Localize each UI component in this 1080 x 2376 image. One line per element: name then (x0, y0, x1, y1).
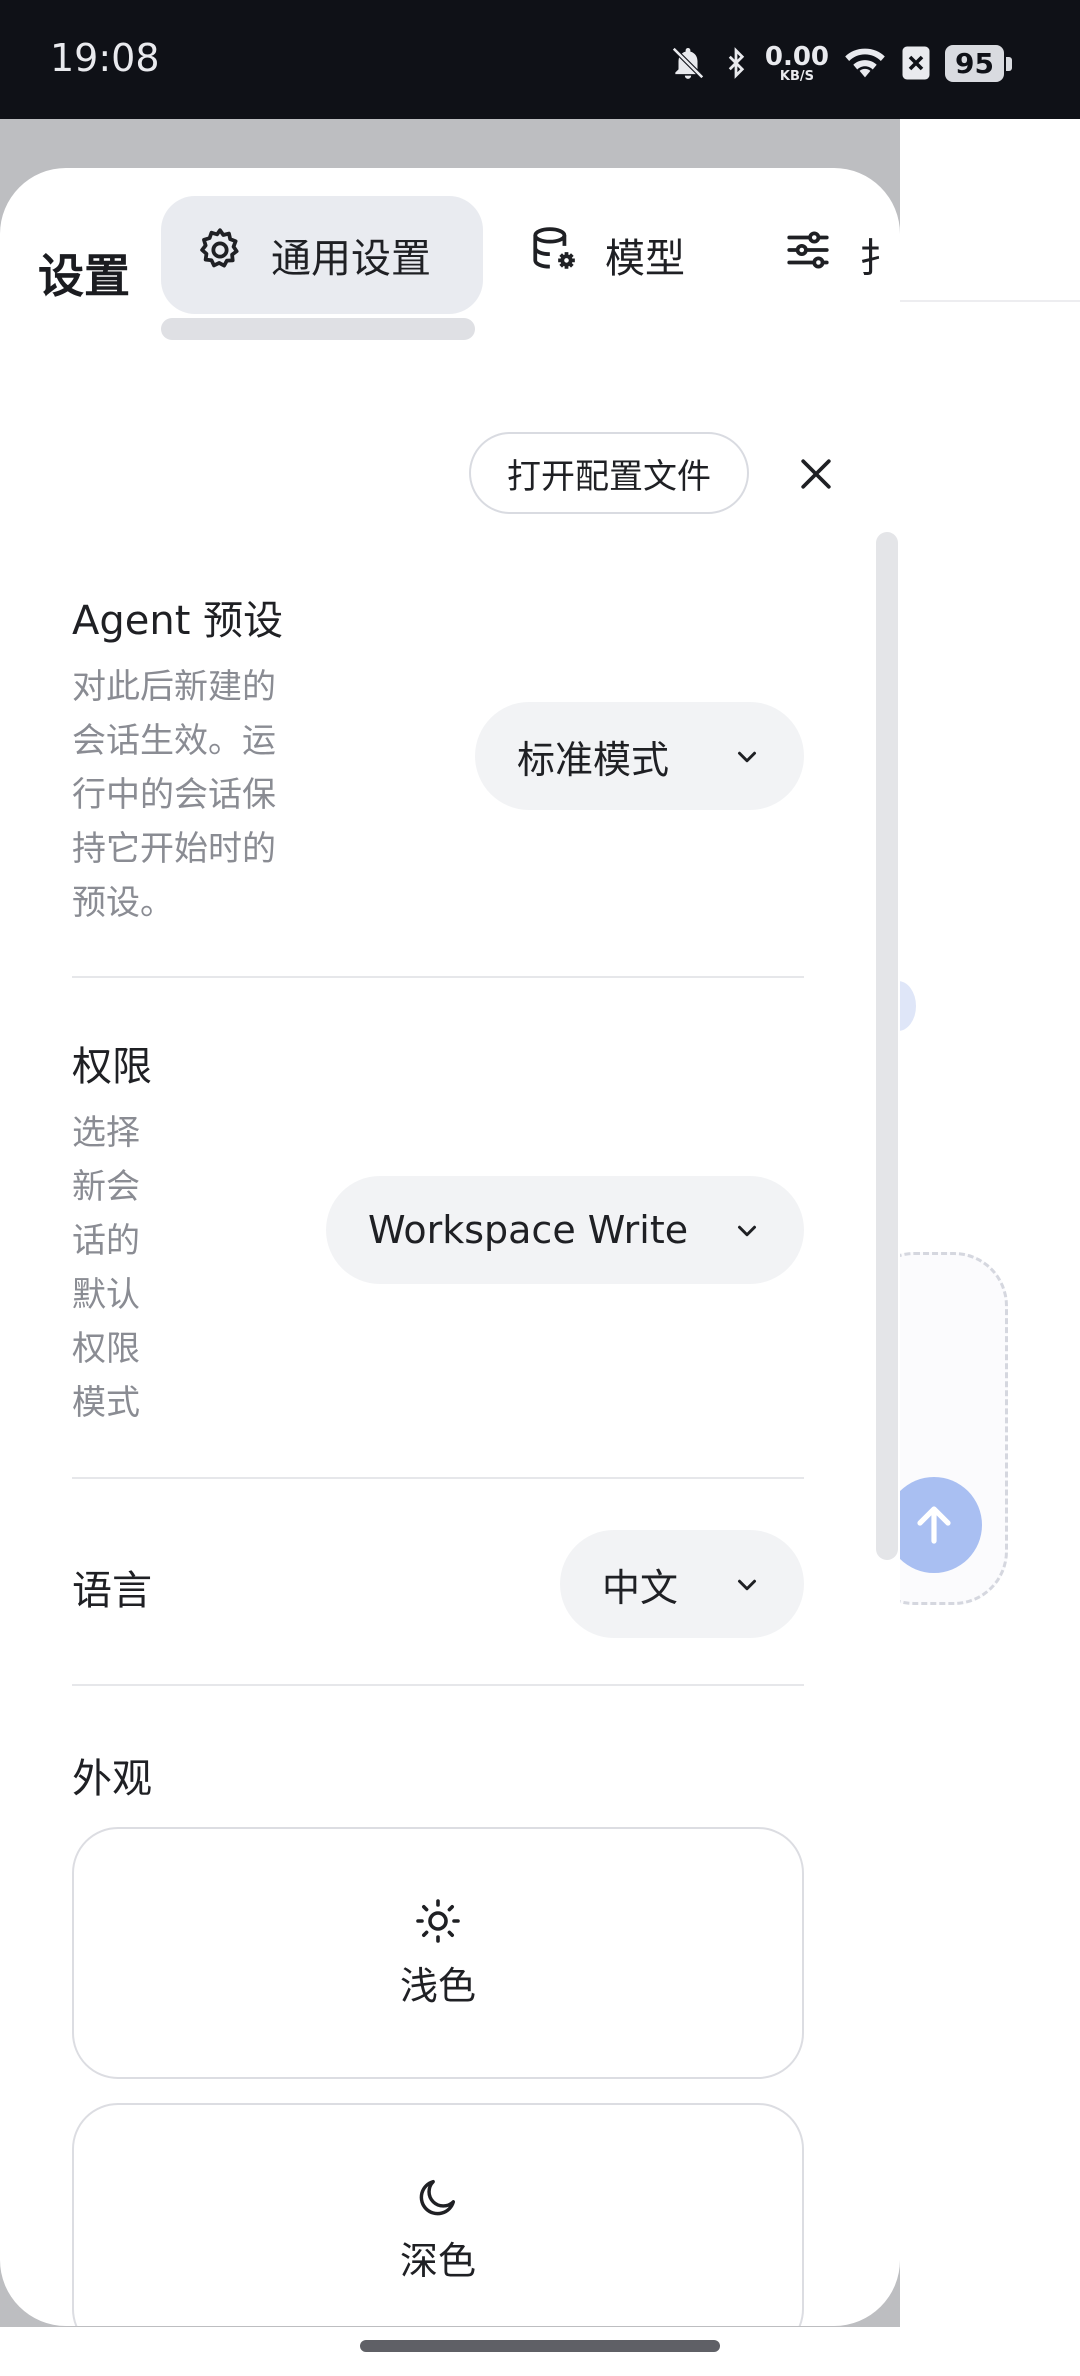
agent-preset-value: 标准模式 (517, 737, 670, 782)
database-gear-icon (529, 225, 579, 285)
language-select[interactable]: 中文 (560, 1530, 804, 1638)
settings-tabs: 通用设置 模型 扌 (161, 196, 900, 322)
permissions-title: 权限 (72, 1044, 152, 1090)
home-indicator[interactable] (360, 2340, 720, 2352)
arrow-up-icon (917, 1506, 951, 1544)
divider (72, 1477, 804, 1479)
sun-icon (416, 1898, 460, 1943)
close-button[interactable] (784, 442, 848, 506)
tab-label: 通用设置 (271, 236, 431, 282)
theme-dark-label: 深色 (399, 2238, 476, 2283)
settings-panel: 设置 通用设置 模型 扌 打开配置文件 Agent 预设 对此后新建的 会话生效… (0, 168, 900, 2326)
wifi-icon (843, 45, 887, 81)
status-icons: 0.00 KB/S 95 (669, 40, 1012, 86)
sliders-icon (783, 225, 833, 285)
language-title: 语言 (72, 1568, 152, 1614)
description-line: 行中的会话保 (72, 775, 276, 815)
bell-off-icon (669, 44, 707, 82)
moon-icon (419, 2179, 456, 2215)
theme-light-label: 浅色 (399, 1963, 476, 2008)
chevron-down-icon (738, 1579, 756, 1591)
agent-preset-description: 对此后新建的 会话生效。运 行中的会话保 持它开始时的 预设。 (72, 660, 276, 930)
agent-preset-select[interactable]: 标准模式 (475, 702, 804, 810)
permissions-value: Workspace Write (368, 1208, 689, 1252)
bluetooth-icon (721, 44, 751, 82)
net-speed: 0.00 KB/S (765, 44, 829, 83)
description-line: 选择 (72, 1113, 140, 1153)
battery-icon: 95 (945, 44, 1012, 82)
sim-off-icon (901, 45, 931, 81)
description-line: 默认 (72, 1275, 140, 1315)
tab-label: 模型 (605, 236, 685, 282)
description-line: 权限 (72, 1329, 140, 1369)
scrollbar[interactable] (876, 532, 898, 1560)
divider (72, 1684, 804, 1686)
open-config-file-button[interactable]: 打开配置文件 (469, 432, 749, 514)
tab-label: 扌 (859, 236, 899, 282)
theme-light-option[interactable]: 浅色 (72, 1827, 804, 2079)
chevron-down-icon (738, 1225, 756, 1237)
status-time: 19:08 (50, 36, 160, 80)
close-icon (801, 459, 831, 489)
description-line: 持它开始时的 (72, 829, 276, 869)
divider (72, 976, 804, 978)
description-line: 预设。 (72, 883, 174, 923)
chevron-down-icon (738, 751, 756, 763)
tab-parameters[interactable]: 扌 (783, 196, 899, 314)
language-value: 中文 (602, 1565, 679, 1610)
tab-scroll-indicator[interactable] (161, 318, 475, 340)
permissions-description: 选择 新会 话的 默认 权限 模式 (72, 1106, 140, 1430)
theme-dark-option[interactable]: 深色 (72, 2103, 804, 2326)
status-bar: 19:08 0.00 KB/S 95 (0, 0, 1080, 119)
net-speed-value: 0.00 (764, 41, 830, 72)
background-header-divider (900, 300, 1080, 302)
net-speed-unit: KB/S (779, 68, 814, 84)
description-line: 话的 (72, 1221, 140, 1261)
description-line: 模式 (72, 1383, 140, 1423)
description-line: 对此后新建的 (72, 667, 276, 707)
description-line: 新会 (72, 1167, 140, 1207)
permissions-select[interactable]: Workspace Write (326, 1176, 804, 1284)
gear-icon (195, 225, 245, 285)
panel-title: 设置 (38, 249, 130, 303)
background-send-button (886, 1477, 982, 1573)
appearance-title: 外观 (72, 1756, 152, 1802)
tab-general-settings[interactable]: 通用设置 (161, 196, 483, 314)
description-line: 会话生效。运 (72, 721, 276, 761)
tab-models[interactable]: 模型 (529, 196, 685, 314)
agent-preset-title: Agent 预设 (72, 598, 284, 644)
